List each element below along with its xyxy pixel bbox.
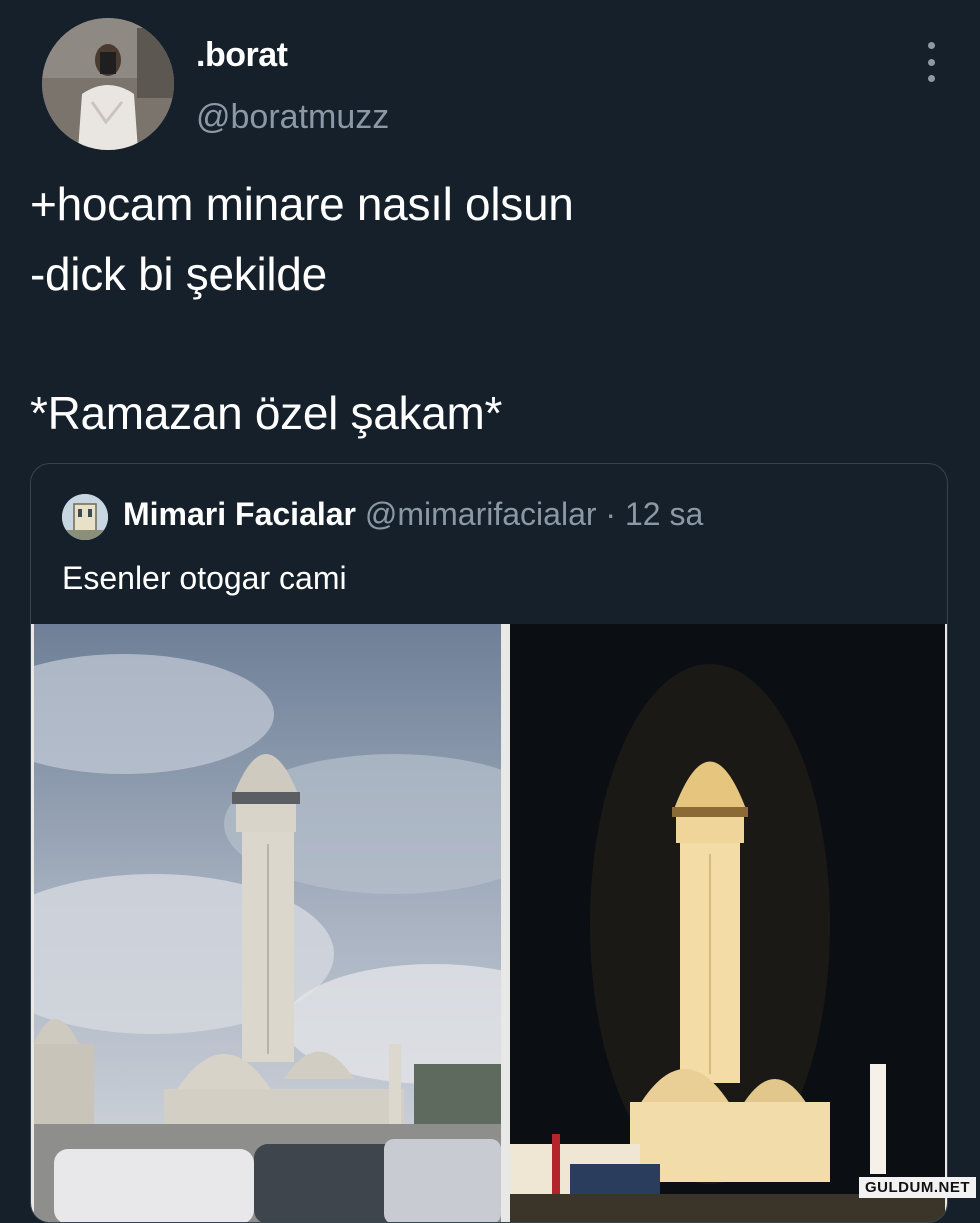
tweet-text-line-2: -dick bi şekilde	[30, 248, 327, 300]
tweet-text-line-3: *Ramazan özel şakam*	[30, 387, 503, 439]
quoted-author-avatar	[62, 494, 108, 540]
quoted-tweet-text: Esenler otogar cami	[62, 560, 347, 596]
more-dot	[927, 42, 935, 49]
quoted-tweet-header: Mimari Facialar @mimarifacialar · 12 sa	[123, 496, 703, 533]
quoted-tweet-time[interactable]: 12 sa	[625, 496, 703, 532]
tweet-text-line-1: +hocam minare nasıl olsun	[30, 178, 574, 230]
minaret-day-photo[interactable]	[34, 624, 501, 1222]
quoted-author-name[interactable]: Mimari Facialar	[123, 496, 356, 532]
minaret-night-image	[510, 624, 945, 1222]
author-display-name[interactable]: .borat	[196, 36, 288, 75]
quoted-author-handle[interactable]: @mimarifacialar	[365, 496, 597, 532]
avatar-photo	[42, 18, 174, 150]
minaret-day-image	[34, 624, 501, 1222]
minaret-night-photo[interactable]: ⌃ ⌄	[510, 624, 945, 1222]
author-avatar[interactable]	[42, 18, 174, 150]
more-options-icon[interactable]	[916, 40, 946, 84]
quoted-tweet-media: ⌃ ⌄	[31, 624, 947, 1222]
building-icon	[62, 494, 108, 540]
quoted-tweet-card[interactable]: Mimari Facialar @mimarifacialar · 12 sa …	[30, 463, 948, 1223]
more-dot	[927, 58, 935, 66]
author-handle[interactable]: @boratmuzz	[196, 98, 389, 137]
meta-separator: ·	[605, 496, 617, 532]
watermark-text: GULDUM.NET	[859, 1177, 976, 1198]
more-dot	[927, 75, 935, 82]
